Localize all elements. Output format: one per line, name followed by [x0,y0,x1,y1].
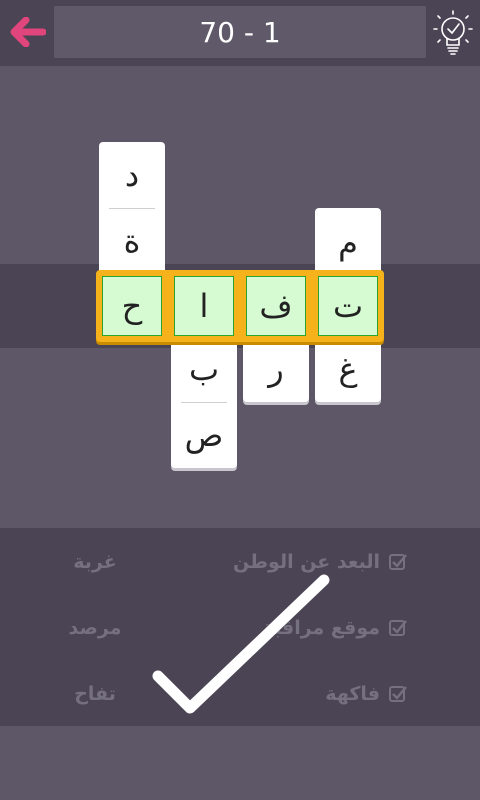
clue-row[interactable]: فاكهة [325,674,408,714]
checkbox-checked-icon [389,620,407,636]
clue-text: فاكهة [325,683,380,705]
clue-row[interactable]: البعد عن الوطن [233,542,408,582]
letter-cell[interactable]: ب [171,336,237,402]
letter-cell[interactable]: م [315,210,381,276]
clues-panel: غربة البعد عن الوطن مرصد موقع مراقبة تفا… [0,528,480,726]
level-title: 70 - 1 [54,6,426,58]
clue-answer: تفاح [74,683,116,705]
top-bar: 70 - 1 [0,0,480,66]
solution-letter[interactable]: ف [246,276,306,336]
clue-row[interactable]: موقع مراقبة [262,608,408,648]
checkbox-checked-icon [389,554,407,570]
letter-cell[interactable]: ر [243,336,309,402]
clue-answer: غربة [73,551,117,573]
solution-letter[interactable]: ا [174,276,234,336]
clue-answer: مرصد [68,617,122,639]
solution-letter[interactable]: ح [102,276,162,336]
letter-cell[interactable]: ة [99,208,165,274]
checkbox-checked-icon [389,686,407,702]
letter-cell[interactable]: غ [315,336,381,402]
letter-cell[interactable]: د [99,142,165,208]
back-button[interactable] [8,12,48,52]
letter-cell[interactable]: ص [171,402,237,468]
lightbulb-check-icon [433,10,473,55]
hint-button[interactable] [430,8,476,58]
arrow-left-icon [10,17,46,47]
solution-letter[interactable]: ت [318,276,378,336]
clue-text: البعد عن الوطن [233,551,380,573]
clue-text: موقع مراقبة [262,617,380,639]
